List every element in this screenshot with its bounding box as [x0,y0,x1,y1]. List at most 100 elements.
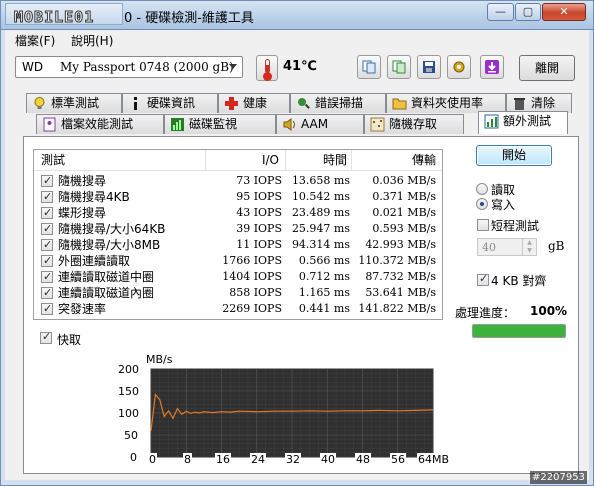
tab-label: 磁碟監視 [189,117,238,131]
row-test-name: 外圈連續讀取 [58,254,131,268]
chart-xtick: 56 [390,453,406,466]
chart-ytick: 50 [124,429,138,442]
stepper-arrows-icon[interactable]: ▲ ▼ [522,239,536,255]
row-time: 0.712 ms [298,270,350,283]
tab-aam[interactable]: AAM [276,114,364,134]
row-checkbox[interactable] [41,221,53,237]
row-test-name: 隨機搜尋/大小8MB [58,238,161,252]
row-checkbox[interactable] [41,253,53,269]
cache-checkbox[interactable] [40,330,52,344]
tab-erase[interactable]: 清除 [506,93,572,113]
speaker-icon [283,118,295,131]
tab-label: 硬碟資訊 [147,96,196,110]
row-checkbox[interactable] [41,237,53,253]
row-transfer: 87.732 MB/s [365,270,436,283]
align-4kb-label: 4 KB 對齊 [491,274,547,288]
row-test-name: 隨機搜尋/大小64KB [58,222,166,236]
copy-button[interactable] [357,55,381,79]
table-row: 隨機搜尋 73 IOPS 13.658 ms 0.036 MB/s [34,173,442,189]
save-button[interactable] [417,55,441,79]
column-header-transfer[interactable]: 傳輸 [352,150,442,170]
results-table: 測試 I/O 時間 傳輸 隨機搜尋 73 IOPS 13.658 ms 0.03… [33,149,443,320]
temperature-value: 41℃ [283,59,317,74]
menu-file[interactable]: 檔案(F) [15,32,55,49]
info-icon [134,97,137,110]
watermark: #2207953 [530,471,587,484]
row-checkbox[interactable] [41,269,53,285]
tab-standard-test[interactable]: 標準測試 [26,93,122,113]
row-io: 2269 IOPS [222,302,282,315]
drive-model: My Passport 0748 (2000 gB) [60,60,234,74]
align-4kb-checkbox[interactable] [477,272,489,286]
row-io: 39 IOPS [236,222,282,235]
table-row: 連續讀取磁道中圈 1404 IOPS 0.712 ms 87.732 MB/s [34,269,442,285]
row-test-name: 連續讀取磁道中圈 [58,270,155,284]
size-unit: gB [548,239,565,253]
column-header-io[interactable]: I/O [206,150,286,170]
copy-green-icon [392,60,406,74]
close-button[interactable]: ✕ [542,3,586,21]
row-io: 95 IOPS [236,190,282,203]
row-checkbox[interactable] [41,173,53,189]
row-test-name: 隨機搜尋 [58,174,107,188]
row-io: 1766 IOPS [222,254,282,267]
row-transfer: 53.641 MB/s [365,286,436,299]
exit-button[interactable]: 離開 [519,55,575,81]
row-transfer: 0.021 MB/s [372,206,436,219]
maximize-button[interactable]: ▢ [515,3,541,21]
tab-label: AAM [301,117,329,131]
chart-xtick: 16 [215,453,231,466]
progress-bar [472,324,566,338]
row-test-name: 隨機搜尋4KB [58,190,130,204]
cache-label: 快取 [57,333,82,347]
logo: MOBILE01 [5,3,123,27]
trash-icon [514,98,525,110]
tab-file-benchmark[interactable]: 檔案效能測試 [36,114,164,134]
file-perf-icon [43,117,56,132]
tab-extra-test[interactable]: 額外測試 [478,111,568,134]
short-test-size-value: 40 [482,241,496,254]
start-button[interactable]: 開始 [476,145,552,166]
tab-disk-monitor[interactable]: 磁碟監視 [164,114,276,134]
minimize-button[interactable]: — [487,3,514,21]
throughput-chart [150,368,434,458]
short-test-size-stepper[interactable]: 40 ▲ ▼ [477,238,537,256]
column-header-test[interactable]: 測試 [41,150,206,170]
chart-xtick: 0 [148,453,157,466]
row-checkbox[interactable] [41,205,53,221]
row-time: 10.542 ms [291,190,350,203]
row-io: 11 IOPS [236,238,282,251]
short-test-checkbox[interactable] [477,219,489,231]
download-button[interactable] [480,55,504,79]
progress-fill [473,325,565,337]
column-header-time[interactable]: 時間 [286,150,352,170]
tab-label: 額外測試 [503,114,552,128]
tab-error-scan[interactable]: 錯誤掃描 [290,93,386,113]
row-checkbox[interactable] [41,285,53,301]
row-io: 73 IOPS [236,174,282,187]
read-radio[interactable] [476,183,488,195]
tab-label: 隨機存取 [389,117,438,131]
copy-all-button[interactable] [387,55,411,79]
chart-xtick: 32 [285,453,301,466]
row-transfer: 0.371 MB/s [372,190,436,203]
window-title: 0 - 硬碟檢測-維護工具 [124,11,254,26]
tab-folder-usage[interactable]: 資料夾使用率 [386,93,506,113]
drive-select[interactable]: WD My Passport 0748 (2000 gB) [15,56,243,78]
thermometer-icon[interactable] [256,55,278,81]
row-time: 25.947 ms [291,222,350,235]
row-checkbox[interactable] [41,301,53,317]
table-row: 突發速率 2269 IOPS 0.441 ms 141.822 MB/s [34,301,442,317]
chart-xtick: 40 [320,453,336,466]
chart-xtick: 48 [355,453,371,466]
row-time: 13.658 ms [291,174,350,187]
settings-button[interactable] [447,55,471,79]
tab-drive-info[interactable]: 硬碟資訊 [122,93,218,113]
row-checkbox[interactable] [41,189,53,205]
tab-random-access[interactable]: 隨機存取 [364,114,464,134]
menu-help[interactable]: 說明(H) [71,32,113,49]
tab-health[interactable]: 健康 [218,93,290,113]
row-transfer: 0.036 MB/s [372,174,436,187]
chevron-down-icon [229,64,237,69]
write-radio[interactable] [476,198,488,210]
